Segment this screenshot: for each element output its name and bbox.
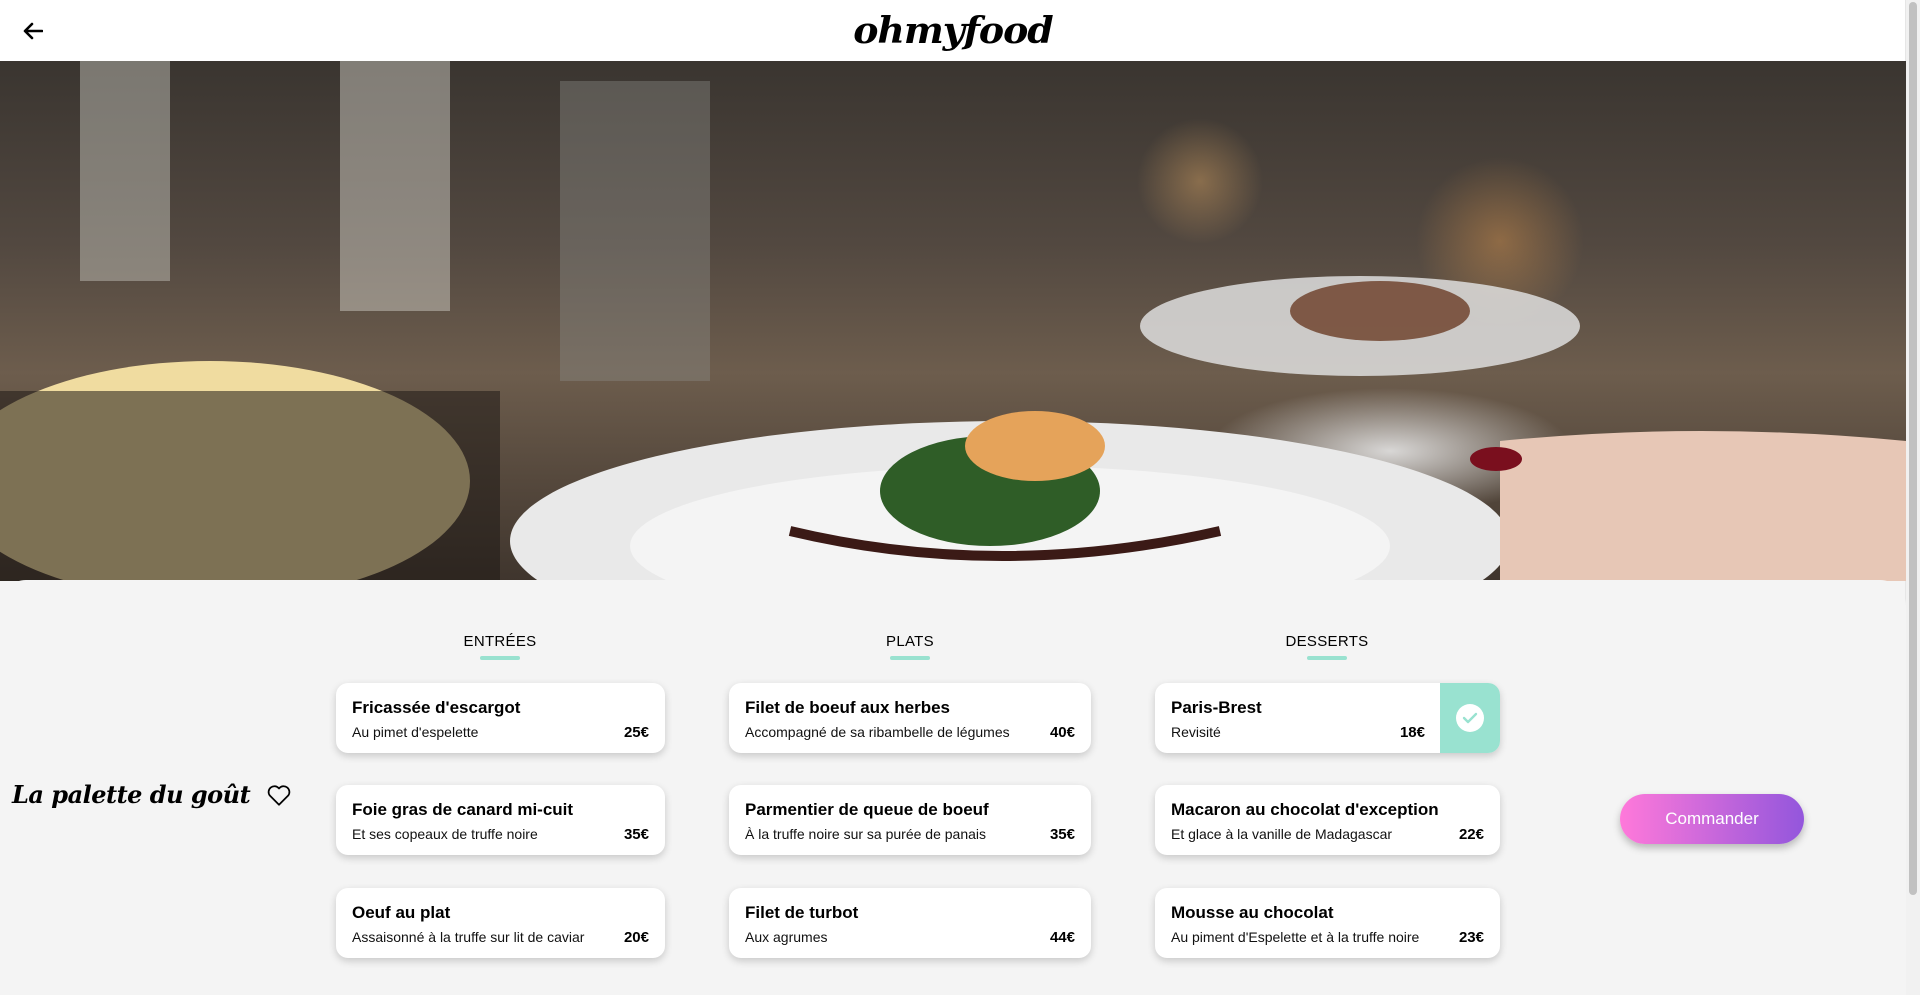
heart-outline-icon[interactable] bbox=[266, 783, 292, 807]
menu-item-description: Accompagné de sa ribambelle de légumes bbox=[745, 724, 1010, 740]
menu-item-description: Et ses copeaux de truffe noire bbox=[352, 826, 538, 842]
app-logo[interactable]: ohmyfood bbox=[853, 10, 1053, 52]
menu-item-name: Oeuf au plat bbox=[352, 903, 451, 922]
column-underline bbox=[480, 656, 520, 660]
menu-item-price: 18€ bbox=[1399, 724, 1425, 741]
column-title-label: PLATS bbox=[886, 633, 934, 650]
column-title-label: DESSERTS bbox=[1285, 633, 1369, 650]
scrollbar-thumb[interactable] bbox=[1909, 2, 1917, 895]
selected-check-panel[interactable] bbox=[1440, 683, 1500, 753]
column-title-entrees: ENTRÉES bbox=[420, 633, 580, 660]
menu-item-description: Au pimet d'espelette bbox=[352, 724, 479, 740]
menu-item-price: 40€ bbox=[1049, 724, 1075, 741]
menu-item-card[interactable]: Filet de boeuf aux herbes Accompagné de … bbox=[729, 683, 1091, 753]
top-header: ohmyfood bbox=[0, 0, 1906, 61]
menu-item-card[interactable]: Filet de turbot Aux agrumes 44€ bbox=[729, 888, 1091, 958]
check-circle-icon bbox=[1456, 704, 1484, 732]
menu-item-price: 35€ bbox=[1049, 826, 1075, 843]
restaurant-name: La palette du goût bbox=[12, 780, 251, 809]
menu-item-card[interactable]: Macaron au chocolat d'exception Et glace… bbox=[1155, 785, 1500, 855]
menu-item-name: Paris-Brest bbox=[1171, 698, 1262, 717]
restaurant-heading: La palette du goût bbox=[12, 780, 292, 809]
menu-item-card[interactable]: Parmentier de queue de boeuf À la truffe… bbox=[729, 785, 1091, 855]
back-button[interactable] bbox=[20, 18, 46, 44]
column-underline bbox=[1307, 656, 1347, 660]
menu-item-price: 44€ bbox=[1049, 929, 1075, 946]
menu-item-description: À la truffe noire sur sa purée de panais bbox=[745, 826, 987, 842]
menu-item-price: 22€ bbox=[1458, 826, 1484, 843]
menu-item-description: Au piment d'Espelette et à la truffe noi… bbox=[1171, 929, 1420, 945]
menu-item-description: Revisité bbox=[1171, 724, 1221, 740]
column-title-desserts: DESSERTS bbox=[1247, 633, 1407, 660]
hero-image bbox=[0, 61, 1906, 581]
menu-item-name: Macaron au chocolat d'exception bbox=[1171, 800, 1439, 819]
page-scrollbar[interactable] bbox=[1905, 0, 1920, 995]
menu-item-price: 25€ bbox=[623, 724, 649, 741]
column-title-label: ENTRÉES bbox=[463, 633, 537, 650]
menu-item-description: Et glace à la vanille de Madagascar bbox=[1171, 826, 1393, 842]
menu-item-card[interactable]: Mousse au chocolat Au piment d'Espelette… bbox=[1155, 888, 1500, 958]
menu-item-price: 23€ bbox=[1458, 929, 1484, 946]
menu-item-description: Aux agrumes bbox=[745, 929, 828, 945]
column-underline bbox=[890, 656, 930, 660]
menu-item-name: Filet de turbot bbox=[745, 903, 859, 922]
order-button[interactable]: Commander bbox=[1620, 794, 1804, 844]
menu-item-card-selected[interactable]: Paris-Brest Revisité 18€ bbox=[1155, 683, 1500, 753]
menu-item-name: Foie gras de canard mi-cuit bbox=[352, 800, 574, 819]
column-title-plats: PLATS bbox=[830, 633, 990, 660]
menu-item-card[interactable]: Fricassée d'escargot Au pimet d'espelett… bbox=[336, 683, 665, 753]
menu-item-price: 20€ bbox=[623, 929, 649, 946]
arrow-left-icon bbox=[23, 22, 43, 40]
menu-item-name: Parmentier de queue de boeuf bbox=[745, 800, 989, 819]
menu-item-card[interactable]: Oeuf au plat Assaisonné à la truffe sur … bbox=[336, 888, 665, 958]
menu-item-description: Assaisonné à la truffe sur lit de caviar bbox=[352, 929, 585, 945]
menu-item-card[interactable]: Foie gras de canard mi-cuit Et ses copea… bbox=[336, 785, 665, 855]
menu-item-name: Filet de boeuf aux herbes bbox=[745, 698, 950, 717]
menu-item-name: Fricassée d'escargot bbox=[352, 698, 521, 717]
menu-item-name: Mousse au chocolat bbox=[1171, 903, 1334, 922]
menu-item-price: 35€ bbox=[623, 826, 649, 843]
